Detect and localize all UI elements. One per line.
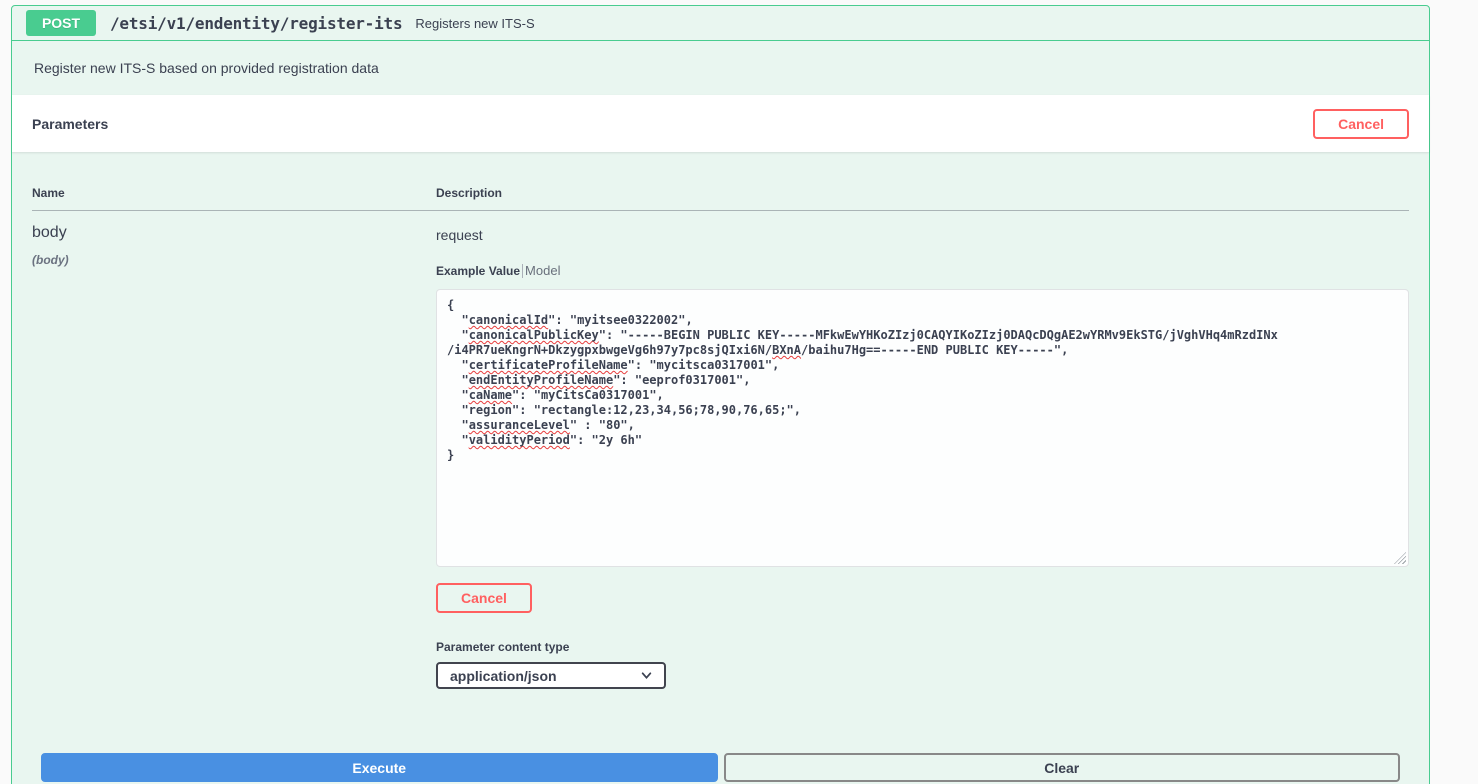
execute-button[interactable]: Execute <box>41 753 718 782</box>
parameter-content-type-label: Parameter content type <box>436 640 1409 654</box>
content-type-select[interactable]: application/json <box>436 662 666 689</box>
parameters-body: Name Description body (body) request Exa… <box>12 152 1429 784</box>
body-example-textarea[interactable]: { "canonicalId": "myitsee0322002", "cano… <box>436 289 1409 567</box>
parameter-description: request <box>436 227 1409 243</box>
example-model-tabs: Example Value Model <box>436 263 1409 278</box>
column-header-description: Description <box>436 172 1409 211</box>
content-type-selected-value: application/json <box>450 668 557 684</box>
endpoint-path: /etsi/v1/endentity/register-its <box>110 14 402 33</box>
parameters-title: Parameters <box>32 116 108 132</box>
parameter-row-body: body (body) request Example Value Model … <box>32 211 1409 690</box>
clear-button[interactable]: Clear <box>724 753 1401 782</box>
cancel-try-out-button[interactable]: Cancel <box>1313 109 1409 139</box>
tab-divider <box>522 264 523 278</box>
endpoint-summary-bar[interactable]: POST /etsi/v1/endentity/register-its Reg… <box>12 6 1429 41</box>
parameter-kind: (body) <box>32 253 436 267</box>
parameters-table: Name Description body (body) request Exa… <box>32 172 1409 689</box>
endpoint-description: Register new ITS-S based on provided reg… <box>12 41 1429 95</box>
http-method-badge: POST <box>26 10 96 36</box>
column-header-name: Name <box>32 172 436 211</box>
parameter-name: body <box>32 224 436 242</box>
resize-handle-icon[interactable] <box>1394 552 1406 564</box>
execute-actions-row: Execute Clear <box>41 753 1400 784</box>
cancel-body-edit-button[interactable]: Cancel <box>436 583 532 613</box>
parameters-section-header: Parameters Cancel <box>12 95 1429 152</box>
tab-model[interactable]: Model <box>525 263 560 278</box>
operation-block-post: POST /etsi/v1/endentity/register-its Reg… <box>11 5 1430 784</box>
endpoint-summary: Registers new ITS-S <box>415 16 534 31</box>
tab-example-value[interactable]: Example Value <box>436 264 520 278</box>
chevron-down-icon <box>641 670 652 681</box>
